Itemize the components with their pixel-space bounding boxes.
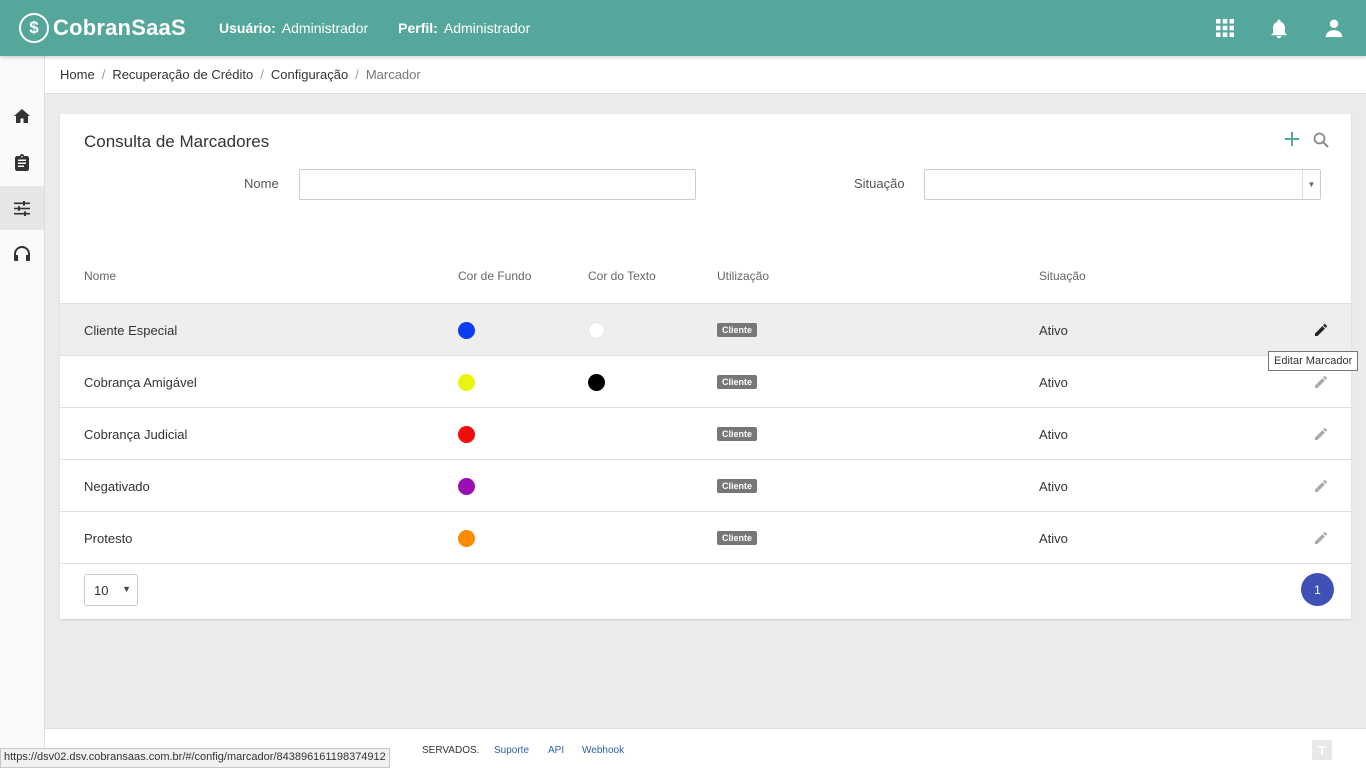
page-size-select[interactable]: 10 ▼ [84, 574, 138, 606]
breadcrumb-separator: / [355, 67, 359, 82]
row-nome: Negativado [84, 478, 150, 494]
edit-tooltip: Editar Marcador [1268, 351, 1359, 371]
row-nome: Cobrança Judicial [84, 426, 188, 442]
add-marcador-button[interactable] [1285, 132, 1299, 153]
sliders-icon [14, 200, 30, 216]
browser-status-url: https://dsv02.dsv.cobransaas.com.br/#/co… [0, 748, 390, 768]
table-row[interactable]: Protesto Cliente Ativo [60, 512, 1351, 564]
text-color-swatch [588, 373, 605, 391]
user-label: Usuário: [219, 20, 276, 36]
user-value: Administrador [281, 20, 369, 36]
sidebar-item-clipboard[interactable] [0, 140, 44, 184]
app-logo[interactable]: $ CobranSaaS [19, 13, 219, 43]
page-title: Consulta de Marcadores [84, 132, 270, 151]
user-icon[interactable] [1324, 18, 1344, 38]
chevron-down-icon: ▼ [1302, 170, 1320, 199]
utilizacao-badge: Cliente [717, 375, 758, 389]
background-color-swatch [458, 321, 475, 339]
edit-pencil-icon[interactable] [1313, 322, 1329, 338]
background-color-swatch [458, 373, 475, 391]
page-button-current[interactable]: 1 [1301, 573, 1334, 606]
apps-grid-icon[interactable] [1216, 19, 1234, 37]
table-row[interactable]: Negativado Cliente Ativo [60, 460, 1351, 512]
home-icon [14, 109, 30, 123]
background-color-swatch [458, 477, 475, 495]
breadcrumb-recuperacao[interactable]: Recuperação de Crédito [112, 67, 253, 82]
row-situacao: Ativo [1039, 322, 1068, 338]
plus-icon [1285, 132, 1299, 146]
row-situacao: Ativo [1039, 374, 1068, 390]
headset-icon [14, 245, 30, 261]
search-button[interactable] [1313, 132, 1329, 153]
breadcrumb-configuracao[interactable]: Configuração [271, 67, 348, 82]
col-utilizacao[interactable]: Utilização [717, 269, 769, 283]
row-situacao: Ativo [1039, 426, 1068, 442]
background-color-swatch [458, 529, 475, 547]
edit-pencil-icon[interactable] [1313, 374, 1329, 390]
sidebar-item-support[interactable] [0, 231, 44, 275]
footer-link-webhook[interactable]: Webhook [582, 745, 624, 756]
marcadores-card: Consulta de Marcadores Nome Situação ▼ N… [60, 114, 1351, 619]
footer-link-api[interactable]: API [548, 745, 564, 756]
clipboard-icon [15, 153, 29, 171]
col-situacao[interactable]: Situação [1039, 269, 1086, 283]
edit-pencil-icon[interactable] [1313, 426, 1329, 442]
copyright-text: SERVADOS. [422, 745, 480, 756]
page-size-value: 10 [94, 582, 109, 598]
background-color-swatch [458, 425, 475, 443]
edit-pencil-icon[interactable] [1313, 530, 1329, 546]
col-cor-fundo[interactable]: Cor de Fundo [458, 269, 531, 283]
situacao-filter-label: Situação [854, 176, 905, 191]
row-situacao: Ativo [1039, 478, 1068, 494]
text-color-swatch [588, 321, 605, 339]
search-icon [1313, 132, 1329, 148]
table-row[interactable]: Cliente Especial Cliente Ativo [60, 304, 1351, 356]
table-header: Nome Cor de Fundo Cor do Texto Utilizaçã… [60, 264, 1351, 304]
breadcrumb-current: Marcador [365, 67, 421, 82]
situacao-filter-select[interactable]: ▼ [924, 169, 1321, 200]
row-nome: Cobrança Amigável [84, 374, 197, 390]
top-bar: $ CobranSaaS Usuário: Administrador Perf… [0, 0, 1366, 56]
row-nome: Protesto [84, 530, 133, 546]
profile-info: Perfil: Administrador [398, 20, 530, 36]
breadcrumb-separator: / [101, 67, 106, 82]
utilizacao-badge: Cliente [717, 531, 758, 545]
bell-icon[interactable] [1270, 18, 1288, 39]
brand-name: CobranSaaS [53, 15, 186, 40]
user-info: Usuário: Administrador [219, 20, 368, 36]
nome-filter-input[interactable] [299, 169, 696, 200]
breadcrumb-separator: / [260, 67, 264, 82]
sidebar-item-settings[interactable] [0, 186, 44, 230]
utilizacao-badge: Cliente [717, 479, 758, 493]
chevron-down-icon: ▼ [122, 584, 131, 594]
edit-pencil-icon[interactable] [1313, 478, 1329, 494]
footer-link-suporte[interactable]: Suporte [494, 745, 529, 756]
utilizacao-badge: Cliente [717, 427, 758, 441]
breadcrumb: Home / Recuperação de Crédito / Configur… [45, 56, 1366, 94]
table-row[interactable]: Cobrança Amigável Cliente Ativo [60, 356, 1351, 408]
sidebar-item-home[interactable] [0, 94, 44, 138]
row-situacao: Ativo [1039, 530, 1068, 546]
row-nome: Cliente Especial [84, 322, 178, 338]
col-cor-texto[interactable]: Cor do Texto [588, 269, 656, 283]
nome-filter-label: Nome [244, 176, 279, 191]
table-row[interactable]: Cobrança Judicial Cliente Ativo [60, 408, 1351, 460]
sidebar [0, 56, 45, 768]
profile-label: Perfil: [398, 20, 438, 36]
breadcrumb-home[interactable]: Home [60, 67, 95, 82]
profile-value: Administrador [443, 20, 531, 36]
logo-mark: $ [19, 13, 49, 43]
footer-logo-icon: T [1312, 740, 1332, 760]
utilizacao-badge: Cliente [717, 323, 758, 337]
col-nome[interactable]: Nome [84, 269, 116, 283]
